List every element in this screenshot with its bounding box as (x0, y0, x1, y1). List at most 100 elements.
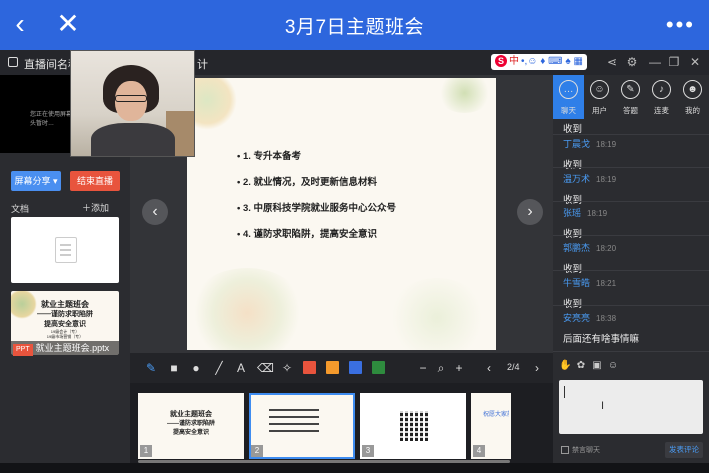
divider (553, 351, 709, 352)
message-time: 18:21 (596, 279, 617, 288)
thumbnail-text-lines (269, 409, 319, 411)
sender-name: 张瑶 (563, 208, 582, 218)
more-icon[interactable]: ••• (666, 14, 695, 36)
screen-share-button[interactable]: 屏幕分享 ▾ (11, 171, 61, 191)
documents-label: 文档 (11, 204, 30, 214)
sender-name: 温万术 (563, 174, 591, 184)
rectangle-icon[interactable]: ■ (167, 361, 181, 375)
color-swatch-orange[interactable] (326, 361, 339, 374)
sender-name: 郭鹏杰 (563, 243, 591, 253)
sender-name: 安亮亮 (563, 313, 591, 323)
ime-mode-label: 中 (509, 56, 519, 67)
page-indicator: 2/4 (507, 362, 520, 372)
line-icon[interactable]: ╱ (212, 361, 226, 375)
emoji-icon[interactable]: ☺ (607, 360, 619, 372)
slide-thumbnail[interactable]: 就业主题班会 ——谨防求职陷阱 提高安全意识 1 (138, 393, 244, 459)
next-slide-button[interactable]: › (517, 199, 543, 225)
message-time: 18:19 (587, 209, 608, 218)
slide-bullet: • 4. 谨防求职陷阱，提高安全意识 (237, 229, 378, 240)
microphone-icon: ♪ (652, 80, 671, 99)
tab-label: 答题 (623, 106, 638, 115)
tab-chat[interactable]: … 聊天 (553, 75, 584, 119)
tab-users[interactable]: ☺ 用户 (584, 75, 615, 119)
doc-card-title-2: ——谨防求职陷阱 (37, 311, 93, 318)
slide-bullet: • 2. 就业情况，及时更新信息材料 (237, 177, 378, 188)
thumbnail-number: 1 (140, 445, 152, 457)
panel-tabs: … 聊天 ☺ 用户 ✎ 答题 ♪ 连麦 ☻ 我的 (553, 75, 709, 119)
tab-label: 聊天 (561, 106, 576, 115)
tab-profile[interactable]: ☻ 我的 (677, 75, 708, 119)
webcam-video[interactable] (70, 50, 195, 157)
page-title: 3月7日主题班会 (284, 17, 425, 38)
doc-card-title-3: 提高安全意识 (44, 321, 86, 328)
chat-message: 收到 (563, 119, 703, 135)
zoom-in-button[interactable]: + (452, 361, 466, 375)
tab-mic-link[interactable]: ♪ 连麦 (646, 75, 677, 119)
minimize-icon[interactable]: — (648, 55, 662, 69)
color-swatch-blue[interactable] (349, 361, 362, 374)
eraser-icon[interactable]: ⌫ (257, 361, 274, 375)
page-next-icon[interactable]: › (530, 361, 544, 375)
clear-icon[interactable]: ✧ (280, 361, 294, 375)
thumbnail-title: ——谨防求职陷阱 (166, 421, 215, 427)
thumbnail-number: 3 (362, 445, 374, 457)
settings-icon[interactable]: ⚙ (625, 55, 639, 69)
chat-input[interactable]: I (559, 380, 703, 434)
slide-thumbnails: 就业主题班会 ——谨防求职陷阱 提高安全意识 1 2 3 祝愿大家前程似锦，毕 … (130, 383, 553, 463)
image-icon[interactable]: ▣ (591, 360, 603, 372)
zoom-out-button[interactable]: − (416, 361, 430, 375)
ibeam-cursor-icon: I (601, 400, 605, 412)
share-icon[interactable]: ⋖ (605, 55, 619, 69)
slide-thumbnail[interactable]: 3 (360, 393, 466, 459)
color-swatch-red[interactable] (303, 361, 316, 374)
bottom-edge (0, 463, 709, 473)
ime-toolbar[interactable]: S 中 •,☺ ♦ ⌨ ♠ ▦ (491, 54, 587, 70)
app-window: ‹ ✕ 3月7日主题班会 ••• 直播间名称： 计 S 中 •,☺ ♦ ⌨ ♠ ▦ … (0, 0, 709, 473)
flower-decoration (387, 278, 487, 350)
previous-slide-button[interactable]: ‹ (142, 199, 168, 225)
message-time: 18:19 (596, 175, 617, 184)
add-document-button[interactable]: ＋添加 (82, 201, 109, 214)
ppt-badge: PPT (13, 344, 33, 356)
sender-name: 牛雪皓 (563, 278, 591, 288)
flower-icon[interactable]: ✿ (575, 360, 587, 372)
window-close-icon[interactable]: ✕ (688, 55, 702, 69)
slide-thumbnail-active[interactable]: 2 (249, 393, 355, 459)
end-live-button[interactable]: 结束直播 (70, 171, 120, 191)
presenter-body (91, 123, 175, 156)
tab-label: 连麦 (654, 106, 669, 115)
pen-icon[interactable]: ✎ (144, 361, 158, 375)
document-name-bar: PPT 就业主题班会.pptx (11, 341, 119, 356)
search-icon[interactable]: ⌕ (434, 361, 448, 375)
mute-chat-checkbox[interactable] (561, 446, 569, 454)
message-text: 后面还有啥事情嘛 (563, 334, 640, 345)
document-name: 就业主题班会.pptx (35, 343, 110, 353)
text-tool-icon[interactable]: A (234, 361, 248, 375)
message-text: 收到 (563, 124, 583, 135)
color-swatch-green[interactable] (372, 361, 385, 374)
ime-logo-icon: S (495, 55, 507, 67)
slide-thumbnail[interactable]: 祝愿大家前程似锦，毕 4 (471, 393, 511, 459)
slide-bullet-list: • 1. 专升本备考 • 2. 就业情况，及时更新信息材料 • 3. 中原科技学… (237, 148, 396, 252)
tab-label: 用户 (592, 106, 607, 115)
message-time: 18:38 (596, 314, 617, 323)
message-time: 18:20 (596, 244, 617, 253)
restore-icon[interactable]: ❐ (667, 55, 681, 69)
circle-icon[interactable]: ● (189, 361, 203, 375)
message-time: 18:19 (596, 140, 617, 149)
live-room-name-tail: 计 (197, 59, 208, 71)
thumbnail-number: 4 (473, 445, 485, 457)
blank-document-card[interactable] (11, 217, 119, 283)
sender-name: 丁晨戈 (563, 139, 591, 149)
flower-decoration (187, 268, 307, 350)
live-room-icon (8, 57, 18, 67)
page-prev-icon[interactable]: ‹ (482, 361, 496, 375)
hand-raise-icon[interactable]: ✋ (559, 360, 571, 372)
chat-input-tools: ✋ ✿ ▣ ☺ (553, 358, 709, 378)
tab-quiz[interactable]: ✎ 答题 (615, 75, 646, 119)
slide-bullet: • 3. 中原科技学院就业服务中心公众号 (237, 203, 397, 214)
doc-card-subtitle-2: 19级市场营销（专） (46, 334, 84, 339)
current-slide: • 1. 专升本备考 • 2. 就业情况，及时更新信息材料 • 3. 中原科技学… (187, 78, 496, 350)
send-comment-button[interactable]: 发表评论 (665, 442, 703, 458)
chat-icon: … (559, 80, 578, 99)
